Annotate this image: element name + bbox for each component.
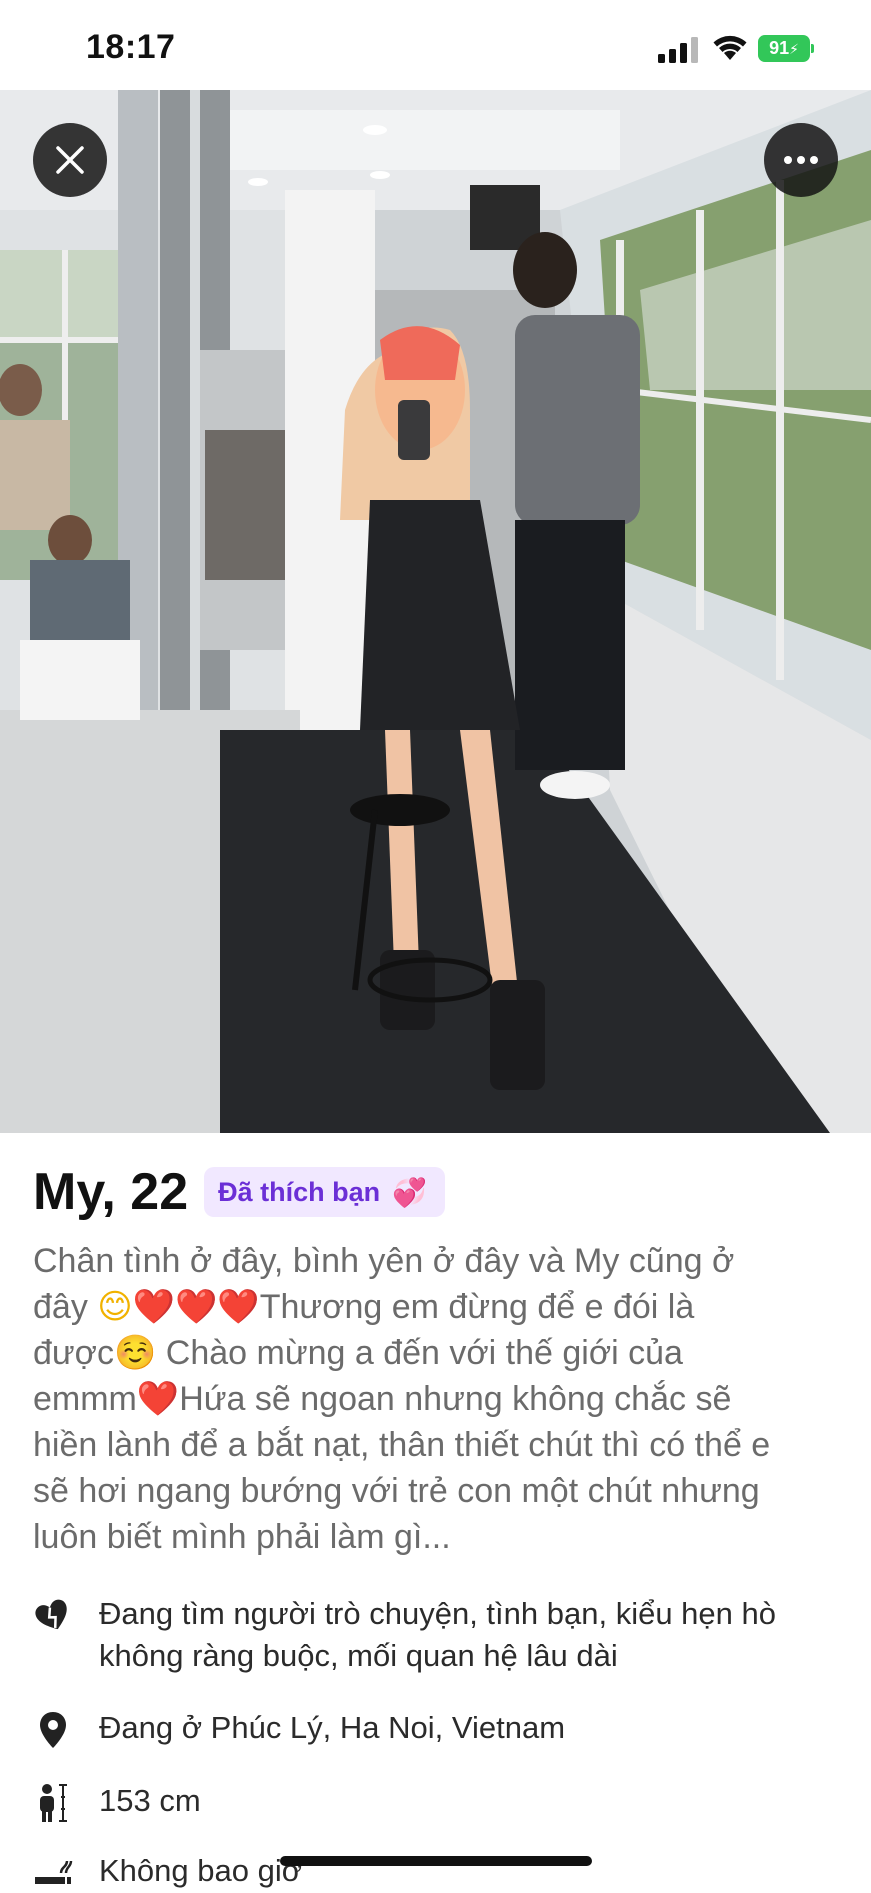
status-bar: 18:17 91⚡ (0, 0, 871, 90)
looking-for-row: Đang tìm người trò chuyện, tình bạn, kiể… (33, 1593, 859, 1677)
bio-text: Chào mừng a đến với thế giới của (165, 1334, 683, 1372)
battery-icon: 91⚡ (758, 35, 814, 62)
bio-text: emmm (33, 1380, 137, 1418)
wifi-icon (713, 35, 747, 60)
location-row: Đang ở Phúc Lý, Ha Noi, Vietnam (33, 1707, 859, 1750)
close-button[interactable] (33, 123, 107, 197)
profile-photo[interactable] (0, 90, 871, 1133)
bio-text: được (33, 1334, 114, 1372)
bio-text: Chân tình ở đây, bình yên ở đây và My cũ… (33, 1242, 735, 1280)
battery-level: 91 (769, 38, 790, 58)
liked-you-badge: Đã thích bạn 💞 (204, 1167, 446, 1217)
blush-emoji-icon: ☺️ (113, 1334, 157, 1372)
signal-icon (658, 37, 698, 63)
bio-text: hiền lành để a bắt nạt, thân thiết chút … (33, 1426, 771, 1464)
profile-bio: Chân tình ở đây, bình yên ở đây và My cũ… (33, 1238, 843, 1560)
height-icon (40, 1784, 67, 1822)
profile-header: My, 22 Đã thích bạn 💞 (33, 1162, 446, 1222)
looking-for-text: không ràng buộc, mối quan hệ lâu dài (99, 1638, 618, 1673)
hearts-icon: 💞 (392, 1176, 428, 1208)
bio-text: đây (33, 1288, 88, 1326)
profile-name-age: My, 22 (33, 1163, 189, 1221)
bio-text: luôn biết mình phải làm gì... (33, 1518, 451, 1556)
home-indicator[interactable] (280, 1856, 592, 1866)
more-icon (784, 156, 818, 164)
broken-heart-icon (35, 1599, 67, 1630)
height-text: 153 cm (99, 1783, 201, 1818)
bio-text: Thương em đừng để e đói là (259, 1288, 695, 1326)
liked-badge-label: Đã thích bạn (218, 1176, 381, 1207)
close-icon (56, 146, 84, 174)
more-options-button[interactable] (764, 123, 838, 197)
status-time: 18:17 (86, 28, 176, 66)
location-pin-icon (40, 1712, 66, 1748)
heart-emoji-icon: ❤️❤️❤️ (132, 1288, 260, 1326)
height-row: 153 cm (33, 1780, 859, 1823)
smile-emoji-icon: 😊 (97, 1288, 133, 1326)
bio-text: Hứa sẽ ngoan nhưng không chắc sẽ (179, 1380, 732, 1418)
heart-emoji-icon: ❤️ (136, 1380, 180, 1418)
location-text: Đang ở Phúc Lý, Ha Noi, Vietnam (99, 1710, 566, 1745)
smoking-icon (35, 1860, 73, 1884)
bio-text: sẽ hơi ngang bướng với trẻ con một chút … (33, 1472, 760, 1510)
looking-for-text: Đang tìm người trò chuyện, tình bạn, kiể… (99, 1596, 776, 1631)
